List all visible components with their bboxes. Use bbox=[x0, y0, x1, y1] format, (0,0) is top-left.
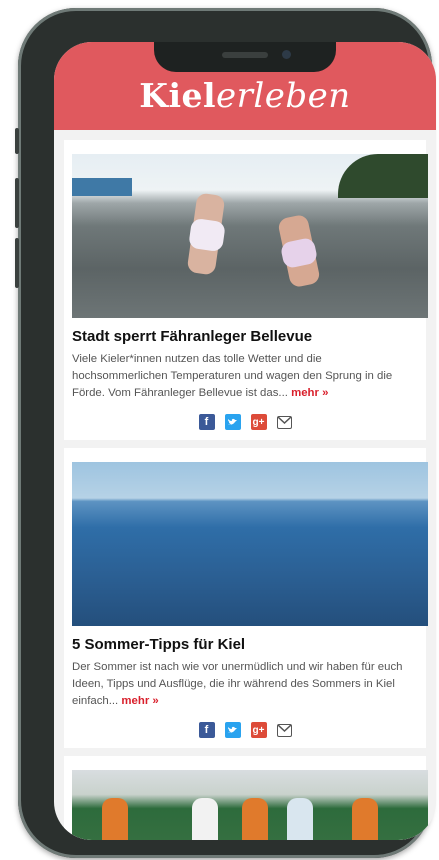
share-bar: f g+ bbox=[72, 414, 418, 430]
email-share-icon[interactable] bbox=[276, 724, 292, 737]
email-share-icon[interactable] bbox=[276, 416, 292, 429]
notch bbox=[154, 42, 336, 72]
article-title[interactable]: 5 Sommer-Tipps für Kiel bbox=[72, 636, 418, 653]
article-image-sea[interactable] bbox=[72, 462, 428, 626]
article-image-team[interactable] bbox=[72, 770, 428, 840]
article-title[interactable]: Stadt sperrt Fähranleger Bellevue bbox=[72, 328, 418, 345]
article-card bbox=[64, 756, 428, 840]
phone-frame: Kielerleben Stadt sperrt Fähranleger Bel… bbox=[15, 8, 436, 858]
jumping-child-shorts bbox=[188, 217, 226, 253]
twitter-share-icon[interactable] bbox=[224, 722, 241, 738]
article-card: Stadt sperrt Fähranleger Bellevue Viele … bbox=[64, 140, 428, 440]
harbor-crane bbox=[72, 178, 132, 196]
envelope-icon bbox=[277, 725, 291, 733]
player-figure bbox=[352, 798, 378, 840]
twitter-bird-icon bbox=[228, 726, 237, 733]
facebook-share-icon[interactable]: f bbox=[198, 414, 215, 430]
player-figure bbox=[192, 798, 218, 840]
player-figure bbox=[102, 798, 128, 840]
phone-screen: Kielerleben Stadt sperrt Fähranleger Bel… bbox=[54, 42, 436, 840]
envelope-icon bbox=[277, 417, 291, 425]
newsletter-content: Stadt sperrt Fähranleger Bellevue Viele … bbox=[54, 130, 436, 840]
article-teaser-text: Viele Kieler*innen nutzen das tolle Wett… bbox=[72, 353, 393, 399]
camera-icon bbox=[282, 50, 291, 59]
kielerleben-logo[interactable]: Kielerleben bbox=[139, 76, 350, 130]
googleplus-share-icon[interactable]: g+ bbox=[250, 414, 267, 430]
article-teaser: Viele Kieler*innen nutzen das tolle Wett… bbox=[72, 351, 418, 402]
volume-down-button bbox=[15, 238, 19, 288]
player-figure bbox=[242, 798, 268, 840]
twitter-share-icon[interactable] bbox=[224, 414, 241, 430]
player-figure bbox=[287, 798, 313, 840]
twitter-bird-icon bbox=[228, 418, 237, 425]
speaker bbox=[222, 52, 268, 58]
facebook-share-icon[interactable]: f bbox=[198, 722, 215, 738]
mute-switch bbox=[15, 128, 19, 154]
logo-main-text: Kiel bbox=[139, 76, 217, 115]
read-more-link[interactable]: mehr » bbox=[291, 387, 328, 399]
share-bar: f g+ bbox=[72, 722, 418, 738]
volume-up-button bbox=[15, 178, 19, 228]
googleplus-share-icon[interactable]: g+ bbox=[250, 722, 267, 738]
trees bbox=[338, 154, 428, 198]
article-card: 5 Sommer-Tipps für Kiel Der Sommer ist n… bbox=[64, 448, 428, 748]
article-image-bellevue[interactable] bbox=[72, 154, 428, 318]
article-teaser: Der Sommer ist nach wie vor unermüdlich … bbox=[72, 659, 418, 710]
logo-script-text: erleben bbox=[216, 76, 351, 116]
read-more-link[interactable]: mehr » bbox=[121, 695, 158, 707]
